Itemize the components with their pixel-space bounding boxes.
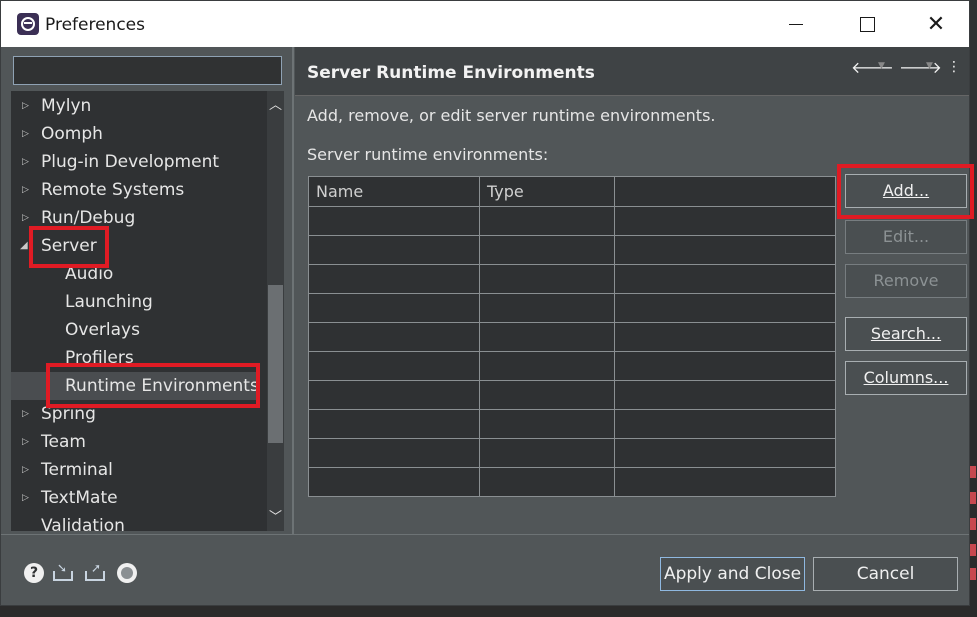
tree-item-label: Launching [65, 292, 153, 312]
maximize-icon [859, 16, 875, 32]
forward-arrow-icon[interactable]: 🡒 [899, 57, 942, 77]
runtime-list-label: Server runtime environments: [307, 145, 549, 164]
tree-item[interactable]: ▷ Remote Systems [11, 176, 257, 204]
footer-separator [1, 534, 969, 535]
collapsed-arrow-icon[interactable]: ▷ [22, 400, 29, 428]
collapsed-arrow-icon[interactable]: ▷ [22, 176, 29, 204]
preferences-tree: ▷ Mylyn ▷ Oomph ▷ Plug-in Development ▷ Remote … [11, 91, 284, 531]
search-button[interactable]: Search... [845, 317, 967, 351]
page-header: Server Runtime Environments 🡐 ▼ 🡒 ▼ ⋮ [295, 47, 969, 96]
table-row[interactable] [309, 236, 835, 265]
close-icon: ✕ [926, 11, 946, 37]
apply-and-close-button[interactable]: Apply and Close [660, 557, 805, 591]
collapsed-arrow-icon[interactable]: ▷ [22, 456, 29, 484]
tree-item[interactable]: Overlays [11, 316, 257, 344]
collapsed-arrow-icon[interactable]: ▷ [22, 484, 29, 512]
tree-item[interactable]: ▷ TextMate [11, 484, 257, 512]
table-row[interactable] [309, 323, 835, 352]
back-dropdown-icon[interactable]: ▼ [878, 61, 885, 71]
import-icon[interactable]: ➘ [53, 561, 73, 583]
highlight-runtime-environments [46, 363, 260, 408]
close-button[interactable]: ✕ [913, 9, 959, 39]
back-arrow-icon[interactable]: 🡐 [851, 57, 894, 77]
maximize-button[interactable] [844, 9, 890, 39]
tree-item-label: Mylyn [41, 96, 92, 116]
tree-item-label: TextMate [41, 488, 118, 508]
table-row[interactable] [309, 265, 835, 294]
highlight-server [29, 226, 109, 268]
tree-item-label: Team [41, 432, 86, 452]
collapsed-arrow-icon[interactable]: ▷ [22, 120, 29, 148]
table-row[interactable] [309, 207, 835, 236]
tree-item-label: Validation [41, 516, 125, 531]
filter-input[interactable] [13, 56, 282, 85]
expanded-arrow-icon[interactable]: ◢ [20, 232, 28, 260]
tree-item[interactable]: ▷ Plug-in Development [11, 148, 257, 176]
tree-item[interactable]: Launching [11, 288, 257, 316]
tree-item-label: Remote Systems [41, 180, 185, 200]
column-header-extra[interactable] [615, 177, 835, 207]
forward-dropdown-icon[interactable]: ▼ [926, 61, 933, 71]
window-title: Preferences [45, 15, 145, 35]
tree-item[interactable]: ▷ Mylyn [11, 92, 257, 120]
help-icon[interactable]: ? [24, 563, 44, 583]
highlight-add-button [837, 164, 974, 219]
column-header-type[interactable]: Type [480, 177, 615, 207]
table-row[interactable] [309, 410, 835, 439]
remove-button[interactable]: Remove [845, 264, 967, 298]
tree-scrollbar[interactable]: ︿ ﹀ [267, 91, 284, 531]
cancel-button[interactable]: Cancel [813, 557, 958, 591]
collapsed-arrow-icon[interactable]: ▷ [22, 92, 29, 120]
column-header-name[interactable]: Name [309, 177, 480, 207]
tree-item[interactable]: Validation [11, 512, 257, 531]
collapsed-arrow-icon[interactable]: ▷ [22, 428, 29, 456]
tree-item[interactable]: ▷ Terminal [11, 456, 257, 484]
oomph-preference-recorder-icon[interactable] [117, 563, 137, 583]
page-description: Add, remove, or edit server runtime envi… [307, 106, 716, 125]
scroll-thumb[interactable] [268, 285, 283, 443]
tree-item-label: Terminal [41, 460, 113, 480]
column-divider [479, 177, 480, 496]
collapsed-arrow-icon[interactable]: ▷ [22, 204, 29, 232]
title-bar: Preferences ✕ [1, 1, 969, 47]
table-row[interactable] [309, 352, 835, 381]
tree-item[interactable]: ▷ Oomph [11, 120, 257, 148]
page-title: Server Runtime Environments [307, 63, 595, 83]
tree-item[interactable]: ▷ Team [11, 428, 257, 456]
table-row[interactable] [309, 468, 835, 497]
scroll-down-icon[interactable]: ﹀ [267, 507, 284, 529]
view-menu-icon[interactable]: ⋮ [947, 59, 961, 75]
tree-item-label: Plug-in Development [41, 152, 220, 172]
table-row[interactable] [309, 439, 835, 468]
column-divider [614, 177, 615, 496]
runtime-environments-table[interactable]: Name Type [308, 176, 836, 497]
tree-item-label: Oomph [41, 124, 103, 144]
scroll-up-icon[interactable]: ︿ [267, 95, 284, 117]
minimize-icon [789, 23, 803, 25]
edit-button[interactable]: Edit... [845, 220, 967, 254]
tree-item-label: Overlays [65, 320, 140, 340]
export-icon[interactable]: ➚ [85, 561, 105, 583]
panel-divider[interactable] [292, 47, 294, 534]
preferences-dialog: Preferences ✕ ▷ Mylyn ▷ Oomph ▷ Plug-in Devel… [0, 0, 974, 606]
columns-button[interactable]: Columns... [845, 361, 967, 395]
table-row[interactable] [309, 381, 835, 410]
eclipse-app-icon [17, 13, 39, 35]
table-row[interactable] [309, 294, 835, 323]
collapsed-arrow-icon[interactable]: ▷ [22, 148, 29, 176]
minimize-button[interactable] [773, 9, 819, 39]
